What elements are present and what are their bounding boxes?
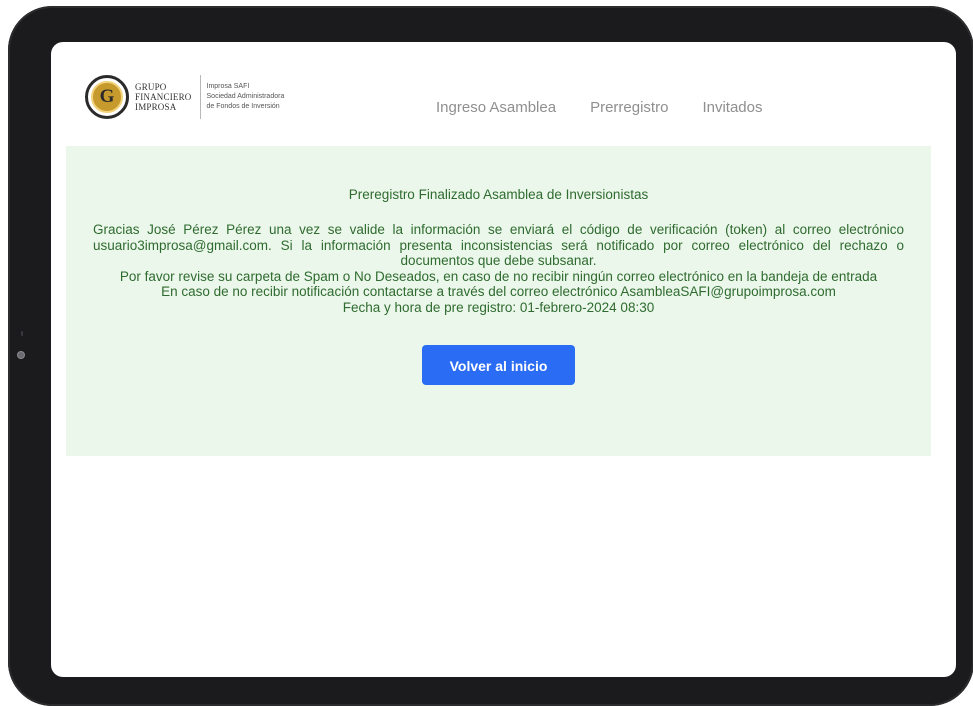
logo-emblem-icon: G xyxy=(85,75,129,119)
logo-subtitle-line: de Fondos de Inversión xyxy=(206,103,280,110)
logo-divider xyxy=(199,75,201,119)
logo-subtitle-line: Improsa SAFI xyxy=(206,83,250,90)
tablet-frame: G GRUPO FINANCIERO IMPROSA Improsa SAFI … xyxy=(8,6,973,706)
logo-brand-line: GRUPO xyxy=(135,82,167,92)
nav-prerregistro[interactable]: Prerregistro xyxy=(590,99,668,116)
side-sensor xyxy=(21,331,23,336)
registration-timestamp: Fecha y hora de pre registro: 01-febrero… xyxy=(342,299,655,315)
message-title: Preregistro Finalizado Asamblea de Inver… xyxy=(348,187,649,202)
logo-brand-line: IMPROSA xyxy=(135,102,177,112)
spam-notice: Por favor revise su carpeta de Spam o No… xyxy=(119,268,878,284)
nav-ingreso-asamblea[interactable]: Ingreso Asamblea xyxy=(436,99,556,116)
logo-subtitle-line: Sociedad Administradora xyxy=(206,93,285,100)
main-nav: Ingreso Asamblea Prerregistro Invitados xyxy=(436,99,762,116)
logo-emblem-glyph: G xyxy=(91,81,123,113)
back-to-home-button[interactable]: Volver al inicio xyxy=(422,345,575,385)
screen: G GRUPO FINANCIERO IMPROSA Improsa SAFI … xyxy=(51,42,956,677)
company-logo[interactable]: G GRUPO FINANCIERO IMPROSA Improsa SAFI … xyxy=(85,75,284,119)
logo-subtitle: Improsa SAFI Sociedad Administradora de … xyxy=(207,82,285,112)
success-message-panel: Preregistro Finalizado Asamblea de Inver… xyxy=(66,146,931,456)
camera-dot xyxy=(17,351,25,359)
contact-notice: En caso de no recibir notificación conta… xyxy=(161,284,836,299)
logo-brand-text: GRUPO FINANCIERO IMPROSA xyxy=(135,82,192,112)
nav-invitados[interactable]: Invitados xyxy=(702,99,762,116)
logo-brand-line: FINANCIERO xyxy=(135,92,192,102)
message-paragraph: Gracias José Pérez Pérez una vez se vali… xyxy=(93,222,904,268)
header: G GRUPO FINANCIERO IMPROSA Improsa SAFI … xyxy=(51,42,956,146)
